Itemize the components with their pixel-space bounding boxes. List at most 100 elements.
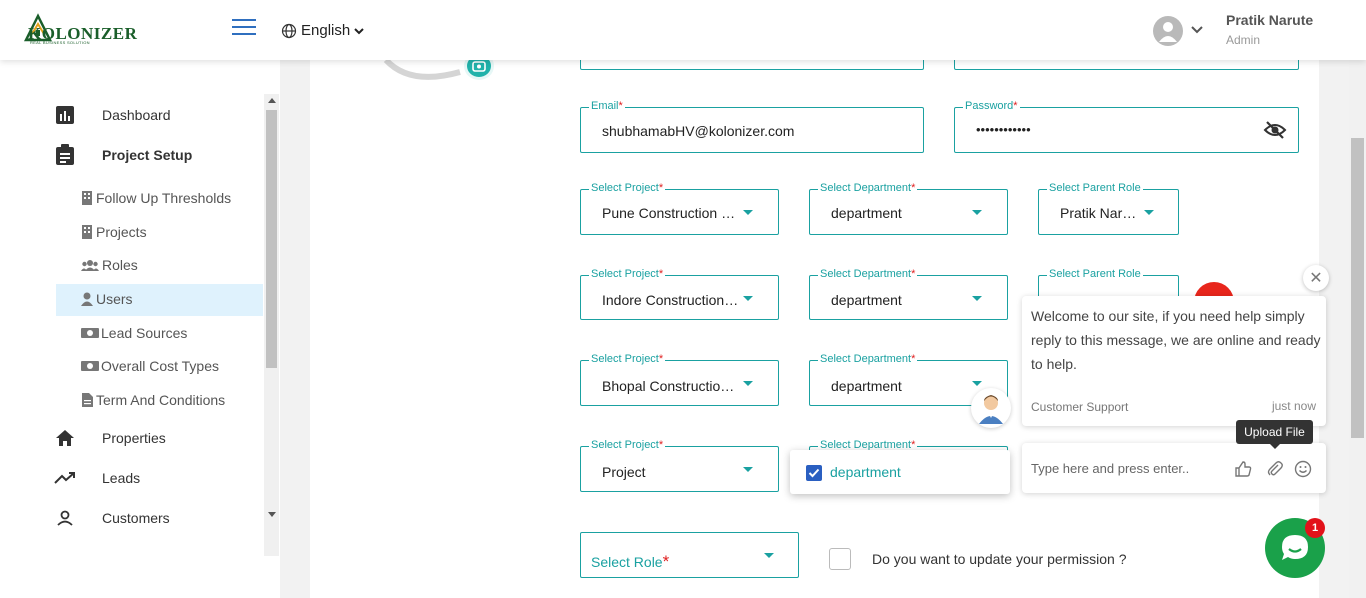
scroll-up-arrow-icon[interactable] bbox=[268, 98, 276, 103]
select-parent-role-1[interactable]: Select Parent Role Pratik Naru… bbox=[1038, 182, 1179, 235]
select-parent-role-value: Pratik Naru… bbox=[1060, 205, 1142, 221]
language-label: English bbox=[301, 22, 351, 39]
user-name: Pratik Narute bbox=[1226, 12, 1314, 28]
sidebar-item-label: Customers bbox=[102, 510, 170, 526]
building-icon bbox=[80, 191, 94, 205]
update-permission-label: Do you want to update your permission ? bbox=[872, 551, 1127, 567]
password-label-text: Password bbox=[965, 100, 1014, 112]
chat-agent-name: Customer Support bbox=[1031, 400, 1129, 414]
money-icon bbox=[80, 326, 99, 340]
select-role-field[interactable]: Select Role* bbox=[580, 532, 799, 578]
sidebar-item-lead-sources[interactable]: Lead Sources bbox=[80, 325, 187, 341]
sidebar-item-properties[interactable]: Properties bbox=[54, 427, 166, 449]
sidebar-item-users[interactable]: Users bbox=[80, 291, 133, 307]
required-mark: * bbox=[1013, 100, 1018, 112]
sidebar-scroll-thumb[interactable] bbox=[266, 110, 277, 368]
required-mark: * bbox=[658, 439, 664, 451]
update-permission-checkbox[interactable] bbox=[829, 548, 851, 570]
email-label-text: Email bbox=[591, 100, 619, 112]
users-icon bbox=[80, 258, 100, 272]
sidebar-item-label: Lead Sources bbox=[101, 325, 188, 341]
logo-subtext: REAL BUSINESS SOLUTION bbox=[30, 40, 90, 45]
page-scroll-thumb[interactable] bbox=[1351, 138, 1364, 438]
agent-avatar-icon bbox=[971, 388, 1011, 428]
document-icon bbox=[80, 393, 94, 407]
required-mark: * bbox=[911, 268, 916, 280]
label-text: Select Project bbox=[591, 353, 659, 365]
sidebar-item-term-and-conditions[interactable]: Term And Conditions bbox=[80, 392, 225, 408]
caret-down-icon bbox=[743, 296, 753, 301]
required-mark: * bbox=[618, 100, 623, 112]
emoji-icon[interactable] bbox=[1292, 458, 1314, 480]
caret-down-icon bbox=[743, 381, 753, 386]
sidebar-item-label: Leads bbox=[102, 470, 141, 486]
globe-icon bbox=[281, 23, 297, 38]
required-mark: * bbox=[911, 182, 916, 194]
select-project-4[interactable]: Select Project* Project bbox=[580, 439, 779, 492]
thumbs-up-icon[interactable] bbox=[1232, 458, 1254, 480]
password-field[interactable]: Password* •••••••••••• bbox=[954, 100, 1299, 153]
notification-badge: 1 bbox=[1305, 518, 1325, 538]
label-text: Select Department bbox=[820, 268, 912, 280]
sidebar-item-dashboard[interactable]: Dashboard bbox=[54, 104, 171, 126]
select-project-1[interactable]: Select Project* Pune Construction a… bbox=[580, 182, 779, 235]
scroll-down-arrow-icon[interactable] bbox=[268, 512, 276, 517]
select-project-2[interactable]: Select Project* Indore Construction … bbox=[580, 268, 779, 320]
chat-bubble-icon bbox=[1282, 535, 1308, 560]
label-text: Select Project bbox=[591, 182, 659, 194]
sidebar-item-label: Properties bbox=[102, 430, 166, 446]
select-role-placeholder: Select Role* bbox=[591, 552, 669, 572]
caret-down-icon bbox=[972, 210, 982, 215]
caret-down-icon bbox=[1144, 210, 1154, 215]
caret-down-icon bbox=[743, 210, 753, 215]
sidebar-item-label: Roles bbox=[102, 257, 138, 273]
user-avatar[interactable] bbox=[1153, 16, 1183, 46]
sidebar-item-customers[interactable]: Customers bbox=[54, 507, 170, 529]
top-header: KOLONIZER REAL BUSINESS SOLUTION English… bbox=[0, 0, 1366, 60]
chat-input-box[interactable]: Type here and press enter.. bbox=[1022, 443, 1326, 493]
clipboard-icon bbox=[54, 144, 76, 166]
department-dropdown-menu[interactable]: department bbox=[790, 450, 1010, 494]
sidebar: Dashboard Project Setup Follow Up Thresh… bbox=[0, 60, 280, 598]
select-project-value: Pune Construction a… bbox=[602, 205, 742, 221]
bar-chart-icon bbox=[54, 104, 76, 126]
select-project-value: Project bbox=[602, 464, 646, 480]
select-project-label: Select Project* bbox=[589, 268, 666, 280]
select-department-1[interactable]: Select Department* department bbox=[809, 182, 1008, 235]
select-project-3[interactable]: Select Project* Bhopal Construction… bbox=[580, 353, 779, 406]
required-mark: * bbox=[658, 182, 664, 194]
trending-icon bbox=[54, 467, 76, 489]
caret-down-icon bbox=[764, 553, 774, 558]
sidebar-item-projects[interactable]: Projects bbox=[80, 224, 147, 240]
sidebar-item-follow-up-thresholds[interactable]: Follow Up Thresholds bbox=[80, 190, 231, 206]
sidebar-item-roles[interactable]: Roles bbox=[80, 257, 138, 273]
select-department-value: department bbox=[831, 378, 902, 394]
dropdown-option-department[interactable]: department bbox=[830, 464, 901, 480]
label-text: Select Department bbox=[820, 182, 912, 194]
password-label: Password* bbox=[963, 100, 1020, 112]
sidebar-item-project-setup[interactable]: Project Setup bbox=[54, 144, 192, 166]
checkbox-checked-icon[interactable] bbox=[806, 465, 822, 481]
placeholder-text: Select Role bbox=[591, 554, 663, 570]
paperclip-icon[interactable] bbox=[1264, 458, 1286, 480]
chat-input-placeholder: Type here and press enter.. bbox=[1031, 461, 1190, 476]
required-mark: * bbox=[658, 268, 664, 280]
required-mark: * bbox=[911, 353, 916, 365]
chevron-down-icon[interactable] bbox=[1190, 22, 1204, 40]
sidebar-item-overall-cost-types[interactable]: Overall Cost Types bbox=[80, 358, 219, 374]
sidebar-item-label: Overall Cost Types bbox=[101, 358, 220, 374]
email-field[interactable]: Email* shubhamabHV@kolonizer.com bbox=[580, 100, 924, 153]
chat-message-text: Welcome to our site, if you need help si… bbox=[1031, 308, 1321, 372]
eye-off-icon[interactable] bbox=[1263, 120, 1287, 140]
select-department-label: Select Department* bbox=[818, 182, 918, 194]
language-selector[interactable]: English bbox=[281, 22, 364, 39]
sidebar-item-leads[interactable]: Leads bbox=[54, 467, 140, 489]
select-project-label: Select Project* bbox=[589, 182, 666, 194]
close-icon[interactable]: ✕ bbox=[1303, 265, 1329, 291]
home-icon bbox=[54, 427, 76, 449]
hamburger-menu-icon[interactable] bbox=[232, 19, 256, 37]
select-project-value: Indore Construction … bbox=[602, 292, 742, 308]
sidebar-item-label: Projects bbox=[96, 224, 147, 240]
caret-down-icon bbox=[743, 467, 753, 472]
select-department-2[interactable]: Select Department* department bbox=[809, 268, 1008, 320]
